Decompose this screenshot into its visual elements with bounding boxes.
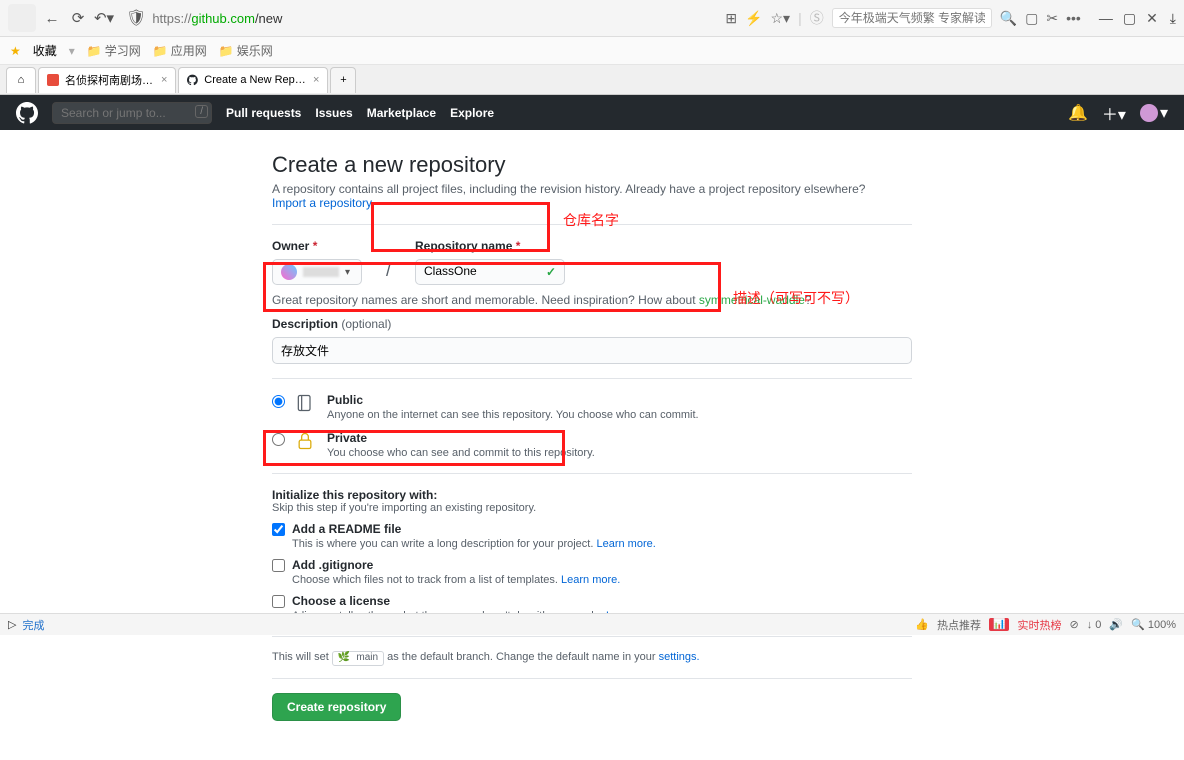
description-label: Description: [272, 317, 338, 331]
tab-1[interactable]: 名侦探柯南剧场版 中文版 ×: [38, 67, 176, 93]
reload-button[interactable]: ⟳: [68, 8, 88, 28]
favorites-label[interactable]: 收藏: [33, 42, 57, 59]
new-tab-button[interactable]: +: [330, 67, 356, 93]
repo-hint: Great repository names are short and mem…: [272, 293, 699, 307]
close-tab-icon[interactable]: ×: [313, 74, 319, 86]
qr-icon[interactable]: ⊞: [725, 10, 737, 27]
license-checkbox[interactable]: [272, 595, 285, 608]
owner-dropdown[interactable]: ▾: [272, 259, 362, 285]
like-icon[interactable]: 👍: [915, 618, 929, 631]
block-icon[interactable]: ⊘: [1069, 618, 1078, 631]
scissors-icon[interactable]: ✂: [1046, 10, 1058, 27]
readme-title: Add a README file: [292, 522, 656, 536]
browser-search-input[interactable]: [832, 8, 992, 28]
github-logo[interactable]: [16, 102, 38, 124]
notifications-icon[interactable]: 🔔: [1068, 103, 1088, 123]
create-new-dropdown[interactable]: ＋▾: [1102, 101, 1126, 125]
license-title: Choose a license: [292, 594, 665, 608]
address-bar[interactable]: https://github.com/new: [152, 11, 282, 26]
zoom-level[interactable]: 🔍 100%: [1131, 618, 1176, 631]
github-search[interactable]: /: [52, 102, 212, 124]
github-favicon: [187, 74, 198, 86]
nav-explore[interactable]: Explore: [450, 106, 494, 120]
search-icon[interactable]: 🔍: [1000, 10, 1017, 27]
nav-marketplace[interactable]: Marketplace: [367, 106, 436, 120]
gitignore-title: Add .gitignore: [292, 558, 620, 572]
avatar: [1140, 104, 1158, 122]
github-search-input[interactable]: [52, 102, 212, 124]
download-icon[interactable]: ⤓: [1170, 10, 1176, 27]
owner-label: Owner: [272, 239, 309, 253]
browser-avatar: [8, 4, 36, 32]
description-input[interactable]: [281, 343, 903, 357]
sogou-icon[interactable]: Ⓢ: [810, 8, 824, 28]
tab-2[interactable]: Create a New Reposito ×: [178, 67, 328, 93]
valid-check-icon: ✓: [546, 265, 556, 279]
undo-dropdown[interactable]: ↶▾: [94, 8, 114, 28]
profile-dropdown[interactable]: ▾: [1140, 103, 1168, 123]
lock-icon: 🛡: [126, 8, 146, 28]
private-radio[interactable]: [272, 433, 285, 446]
lock-icon: [295, 431, 317, 454]
menu-icon[interactable]: •••: [1066, 10, 1081, 26]
page-subtitle: A repository contains all project files,…: [272, 182, 865, 196]
repo-name-label: Repository name: [415, 239, 512, 253]
repo-name-input[interactable]: [424, 264, 534, 278]
bookmark-folder-2[interactable]: 📁应用网: [153, 42, 207, 59]
public-sub: Anyone on the internet can see this repo…: [327, 409, 699, 421]
divider: |: [798, 10, 802, 26]
nav-pull-requests[interactable]: Pull requests: [226, 106, 301, 120]
close-tab-icon[interactable]: ×: [161, 74, 167, 86]
bookmark-folder-1[interactable]: 📁学习网: [87, 42, 141, 59]
hot-recommend[interactable]: 热点推荐: [937, 617, 981, 633]
gitignore-checkbox[interactable]: [272, 559, 285, 572]
sidebar-toggle-icon[interactable]: ▷: [8, 618, 16, 631]
owner-name-blurred: [303, 267, 339, 277]
close-window-button[interactable]: ✕: [1146, 10, 1158, 27]
tab-favicon: [47, 74, 59, 86]
settings-link[interactable]: settings.: [659, 651, 700, 663]
minimize-button[interactable]: —: [1099, 10, 1113, 27]
star-icon[interactable]: ☆▾: [770, 10, 790, 27]
hot-live[interactable]: 实时热榜: [1017, 617, 1061, 633]
nav-issues[interactable]: Issues: [315, 106, 352, 120]
learn-more-link[interactable]: Learn more.: [561, 574, 620, 586]
import-repo-link[interactable]: Import a repository.: [272, 196, 374, 210]
private-sub: You choose who can see and commit to thi…: [327, 447, 595, 459]
init-heading: Initialize this repository with:: [272, 488, 912, 502]
bookmark-folder-3[interactable]: 📁娱乐网: [219, 42, 273, 59]
init-sub: Skip this step if you're importing an ex…: [272, 502, 912, 514]
branch-badge: 🌿 main: [332, 651, 384, 666]
annotation-text-repo: 仓库名字: [563, 210, 619, 230]
download-speed: ↓ 0: [1087, 619, 1102, 631]
status-text: 完成: [22, 617, 44, 633]
extension-icon[interactable]: ▢: [1025, 10, 1038, 27]
owner-avatar: [281, 264, 297, 280]
private-title: Private: [327, 431, 595, 445]
home-tab[interactable]: ⌂: [6, 67, 36, 93]
maximize-button[interactable]: ▢: [1123, 10, 1136, 27]
slash-hint: /: [195, 105, 208, 118]
create-repository-button[interactable]: Create repository: [272, 693, 401, 721]
annotation-text-desc: 描述（可写可不写）: [733, 288, 859, 308]
public-title: Public: [327, 393, 699, 407]
flash-icon[interactable]: ⚡: [745, 10, 762, 27]
page-title: Create a new repository: [272, 152, 912, 178]
readme-checkbox[interactable]: [272, 523, 285, 536]
learn-more-link[interactable]: Learn more.: [596, 538, 655, 550]
speaker-icon[interactable]: 🔊: [1109, 618, 1123, 631]
back-button[interactable]: ←: [42, 8, 62, 28]
repo-icon: [295, 393, 317, 416]
favorites-star-icon[interactable]: ★: [10, 44, 21, 58]
public-radio[interactable]: [272, 395, 285, 408]
hot-badge-icon: 📊: [989, 618, 1009, 631]
